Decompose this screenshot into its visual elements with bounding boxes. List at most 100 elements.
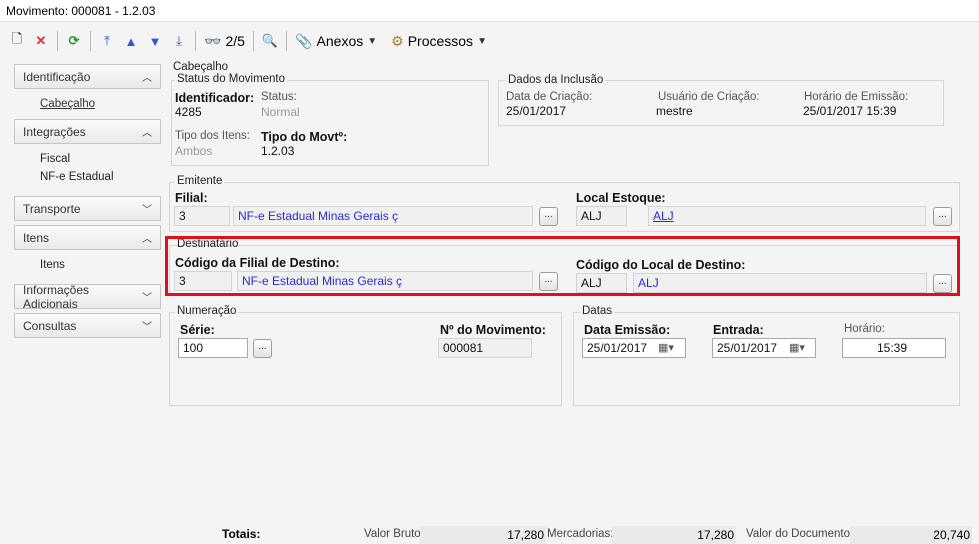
sidebar-item-fiscal[interactable]: Fiscal xyxy=(40,150,161,168)
toolbar-separator xyxy=(252,31,254,51)
anexos-menu[interactable]: 📎 Anexos ▼ xyxy=(292,29,380,53)
valor-documento-value: 20,740 xyxy=(850,526,972,544)
chevron-up-icon: ︿ xyxy=(142,128,152,139)
filial-destino-label: Código da Filial de Destino: xyxy=(175,256,340,270)
sidebar-section-informacoes-adicionais[interactable]: Informações Adicionais ﹀ xyxy=(14,282,161,311)
status-movimento-title: Status do Movimento xyxy=(175,73,288,85)
calendar-dropdown-icon[interactable]: ▦▾ xyxy=(658,341,674,354)
local-estoque-lookup-button[interactable]: ... xyxy=(933,207,952,226)
filial-destino-name-field[interactable]: NF-e Estadual Minas Gerais ç xyxy=(237,271,533,291)
local-destino-code-field[interactable]: ALJ xyxy=(576,273,627,293)
previous-record-icon[interactable]: ▲ xyxy=(120,29,142,53)
identificador-label: Identificador: xyxy=(175,91,255,105)
identificador-value: 4285 xyxy=(175,105,202,119)
sidebar-item-itens[interactable]: Itens xyxy=(40,256,161,274)
sidebar-section-transporte[interactable]: Transporte ﹀ xyxy=(14,196,161,221)
sidebar-section-label: Integrações xyxy=(23,124,86,139)
valor-documento-label: Valor do Documento: xyxy=(746,528,854,540)
gears-icon: ⚙ xyxy=(391,32,404,49)
paperclip-icon: 📎 xyxy=(295,32,313,49)
window-title: Movimento: 000081 - 1.2.03 xyxy=(0,0,979,22)
page-indicator[interactable]: 👓 2/5 xyxy=(201,29,248,53)
sidebar: Identificação ︿ Cabeçalho Integrações ︿ Fi… xyxy=(14,64,161,338)
serie-lookup-button[interactable]: ... xyxy=(253,339,272,358)
valor-bruto-value: 17,280 xyxy=(420,526,546,544)
next-record-icon[interactable]: ▼ xyxy=(144,29,166,53)
filial-destino-code-field[interactable]: 3 xyxy=(174,271,232,291)
toolbar-separator xyxy=(57,31,58,51)
sidebar-section-itens[interactable]: Itens ︿ xyxy=(14,225,161,250)
toolbar: 🗋 ✕ ⟳ ⤒ ▲ ▼ ⤓ 👓 2/5 🔍 📎 Anexos ▼ ⚙ Processos… xyxy=(0,26,979,56)
toolbar-separator xyxy=(195,31,196,51)
entrada-value: 25/01/2017 xyxy=(717,341,778,355)
emitente-title: Emitente xyxy=(175,175,225,187)
tipo-movto-label: Tipo do Movtº: xyxy=(261,130,348,144)
search-icon[interactable]: 🔍 xyxy=(259,29,281,53)
new-document-icon[interactable]: 🗋 xyxy=(6,29,28,53)
sidebar-section-integracoes[interactable]: Integrações ︿ xyxy=(14,119,161,144)
numeracao-title: Numeração xyxy=(175,305,239,317)
serie-input[interactable]: 100 xyxy=(178,338,248,358)
chevron-down-icon: ▼ xyxy=(477,35,487,47)
sidebar-item-cabecalho[interactable]: Cabeçalho xyxy=(40,95,161,113)
horario-emissao-value: 25/01/2017 15:39 xyxy=(803,104,897,118)
datas-title: Datas xyxy=(580,305,615,317)
mercadorias-label: Mercadorias: xyxy=(547,528,614,540)
status-value: Normal xyxy=(261,105,300,119)
numero-movimento-field[interactable]: 000081 xyxy=(438,338,532,358)
sidebar-sublist: Itens xyxy=(14,250,161,280)
sidebar-section-identificacao[interactable]: Identificação ︿ xyxy=(14,64,161,89)
sidebar-section-label: Informações Adicionais xyxy=(23,282,90,311)
first-record-icon[interactable]: ⤒ xyxy=(96,29,118,53)
filial-name-field[interactable]: NF-e Estadual Minas Gerais ç xyxy=(233,206,533,226)
toolbar-separator xyxy=(286,31,288,51)
horario-input[interactable]: 15:39 xyxy=(842,338,946,358)
sidebar-section-label: Itens xyxy=(23,230,50,245)
processos-menu[interactable]: ⚙ Processos ▼ xyxy=(388,29,490,53)
chevron-down-icon: ﹀ xyxy=(142,293,152,304)
local-estoque-label: Local Estoque: xyxy=(576,191,666,205)
processos-label: Processos xyxy=(407,33,474,49)
mercadorias-value: 17,280 xyxy=(612,526,736,544)
chevron-down-icon: ﹀ xyxy=(142,205,152,216)
filial-lookup-button[interactable]: ... xyxy=(539,207,558,226)
calendar-dropdown-icon[interactable]: ▦▾ xyxy=(789,341,805,354)
tipo-movto-value: 1.2.03 xyxy=(261,144,295,158)
local-destino-label: Código do Local de Destino: xyxy=(576,258,746,272)
local-estoque-code-field[interactable]: ALJ xyxy=(576,206,627,226)
sidebar-section-label: Consultas xyxy=(23,318,77,333)
last-record-icon[interactable]: ⤓ xyxy=(168,29,190,53)
chevron-down-icon: ▼ xyxy=(367,35,378,47)
local-destino-name-field[interactable]: ALJ xyxy=(633,273,927,293)
sidebar-item-nfe-estadual[interactable]: NF-e Estadual xyxy=(40,168,161,186)
filial-destino-lookup-button[interactable]: ... xyxy=(539,272,558,291)
sidebar-section-consultas[interactable]: Consultas ﹀ xyxy=(14,313,161,338)
chevron-down-icon: ﹀ xyxy=(142,322,152,333)
delete-icon[interactable]: ✕ xyxy=(30,29,52,53)
sidebar-sublist: Fiscal NF-e Estadual xyxy=(14,144,161,192)
dados-inclusao-title: Dados da Inclusão xyxy=(506,74,606,86)
horario-label: Horário: xyxy=(844,323,885,335)
local-destino-lookup-button[interactable]: ... xyxy=(933,274,952,293)
sidebar-section-label: Identificação xyxy=(23,69,91,84)
filial-code-field[interactable]: 3 xyxy=(174,206,230,226)
data-emissao-label: Data Emissão: xyxy=(584,323,671,337)
totais-label: Totais: xyxy=(222,527,261,541)
refresh-icon[interactable]: ⟳ xyxy=(63,29,85,53)
valor-bruto-label: Valor Bruto: xyxy=(364,528,424,540)
filial-label: Filial: xyxy=(175,191,208,205)
toolbar-separator xyxy=(90,31,91,51)
binoculars-icon: 👓 xyxy=(204,32,222,49)
page-indicator-label: 2/5 xyxy=(225,33,245,49)
totals-bar: Totais: Valor Bruto: 17,280 Mercadorias:… xyxy=(0,522,979,544)
local-estoque-name-field[interactable]: ALJ xyxy=(648,206,926,226)
status-label: Status: xyxy=(261,91,297,103)
anexos-label: Anexos xyxy=(316,33,364,49)
entrada-label: Entrada: xyxy=(713,323,764,337)
chevron-up-icon: ︿ xyxy=(142,234,152,245)
serie-label: Série: xyxy=(180,323,215,337)
cabecalho-heading: Cabeçalho xyxy=(171,61,230,73)
tipo-itens-value: Ambos xyxy=(175,144,213,158)
dados-inclusao-group xyxy=(498,80,944,126)
sidebar-sublist: Cabeçalho xyxy=(14,89,161,119)
